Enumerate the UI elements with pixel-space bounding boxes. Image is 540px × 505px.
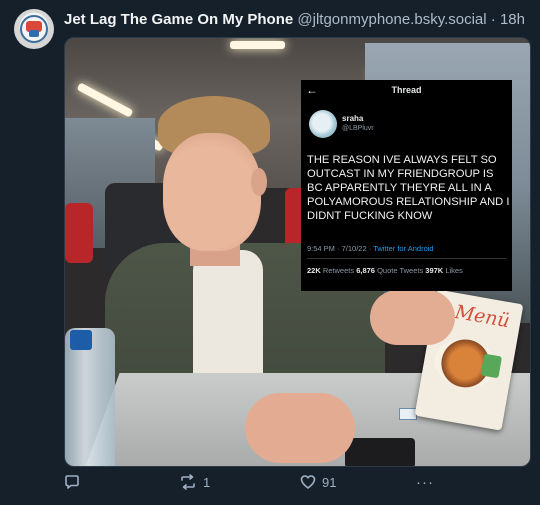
like-button[interactable]: 91 [300,474,336,490]
repost-count: 1 [203,474,211,490]
like-count: 397K [425,266,444,275]
reply-button[interactable] [64,474,86,490]
menu-badge [480,353,503,379]
bottle-cap [70,330,92,350]
tweet-stats: 22K Retweets 6,876 Quote Tweets 397K Lik… [307,266,463,275]
like-label: Likes [443,266,463,275]
person-hand [245,393,355,463]
post-header: Jet Lag The Game On My Phone @jltgonmyph… [64,11,525,28]
menu-card-title: Menü [453,301,512,333]
tweet-text: THE REASON IVE ALWAYS FELT SO OUTCAST IN… [307,154,510,222]
ceiling-light [230,41,285,49]
post: Jet Lag The Game On My Phone @jltgonmyph… [0,0,540,505]
person-face [163,133,261,251]
tweet-source-app: Twitter for Android [373,244,434,253]
tweet-time-text: 9:54 PM · 7/10/22 · [307,244,374,253]
repost-icon [179,474,197,490]
heart-icon [300,474,316,490]
author-handle[interactable]: @jltgonmyphone.bsky.social [297,11,486,28]
tweet-divider [307,258,506,259]
quote-label: Quote Tweets [374,266,426,275]
embedded-tweet-screenshot: Thread ← sraha @LBPluvr THE REASON IVE A… [301,80,512,291]
tweet-thread-header: Thread [391,85,422,95]
more-options-button[interactable]: ··· [416,474,434,491]
tweet-author-name: sraha [342,114,364,123]
post-timestamp[interactable]: 18h [500,11,525,28]
person-hand-pointing [370,290,455,345]
repost-button[interactable]: 1 [179,474,210,490]
author-display-name[interactable]: Jet Lag The Game On My Phone [64,11,293,28]
person-ear [251,168,267,196]
retweet-label: Retweets [320,266,357,275]
tweet-timestamp: 9:54 PM · 7/10/22 · Twitter for Android [307,244,434,253]
tweet-author-handle: @LBPluvr [342,125,374,132]
like-count: 91 [322,474,337,490]
more-icon: ··· [416,474,434,491]
arrow-left-icon: ← [306,83,318,97]
card-on-table [399,408,417,420]
post-actions: 1 91 ··· [64,474,531,496]
retweet-count: 22K [307,266,321,275]
phone-on-table [345,438,415,466]
reply-icon [64,474,80,490]
train-seat [65,203,93,263]
avatar-logo-shape-2 [29,30,39,37]
meta-separator: · [490,11,496,28]
author-avatar[interactable] [14,9,54,49]
quote-count: 6,876 [356,266,375,275]
tweet-author-avatar [309,110,337,138]
post-media-image[interactable]: Menü Thread ← sraha @LBPluvr THE REASON … [64,37,531,467]
